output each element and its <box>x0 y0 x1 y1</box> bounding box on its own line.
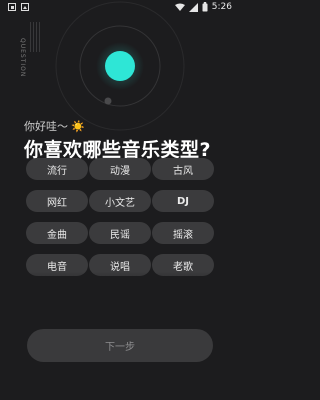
next-step-button[interactable]: 下一步 <box>27 329 213 362</box>
moon-dot <box>104 97 112 105</box>
tag-classics[interactable]: 金曲 <box>26 222 88 244</box>
tag-influencer[interactable]: 网红 <box>26 190 88 212</box>
tag-ancient[interactable]: 古风 <box>152 158 214 180</box>
tag-anime[interactable]: 动漫 <box>89 158 151 180</box>
vertical-label: QUESTION <box>19 38 26 78</box>
tag-indie[interactable]: 小文艺 <box>89 190 151 212</box>
tag-dj[interactable]: DJ <box>152 190 214 212</box>
greeting: 你好哇～ ☀️ <box>24 118 85 134</box>
tag-folk[interactable]: 民谣 <box>89 222 151 244</box>
tag-rock[interactable]: 摇滚 <box>152 222 214 244</box>
sun-icon: ☀️ <box>71 119 85 133</box>
planet-dot <box>105 51 135 81</box>
tag-pop[interactable]: 流行 <box>26 158 88 180</box>
greeting-text: 你好哇～ <box>24 120 68 133</box>
list-fade-overlay <box>0 272 240 300</box>
decor-lines <box>30 22 40 52</box>
